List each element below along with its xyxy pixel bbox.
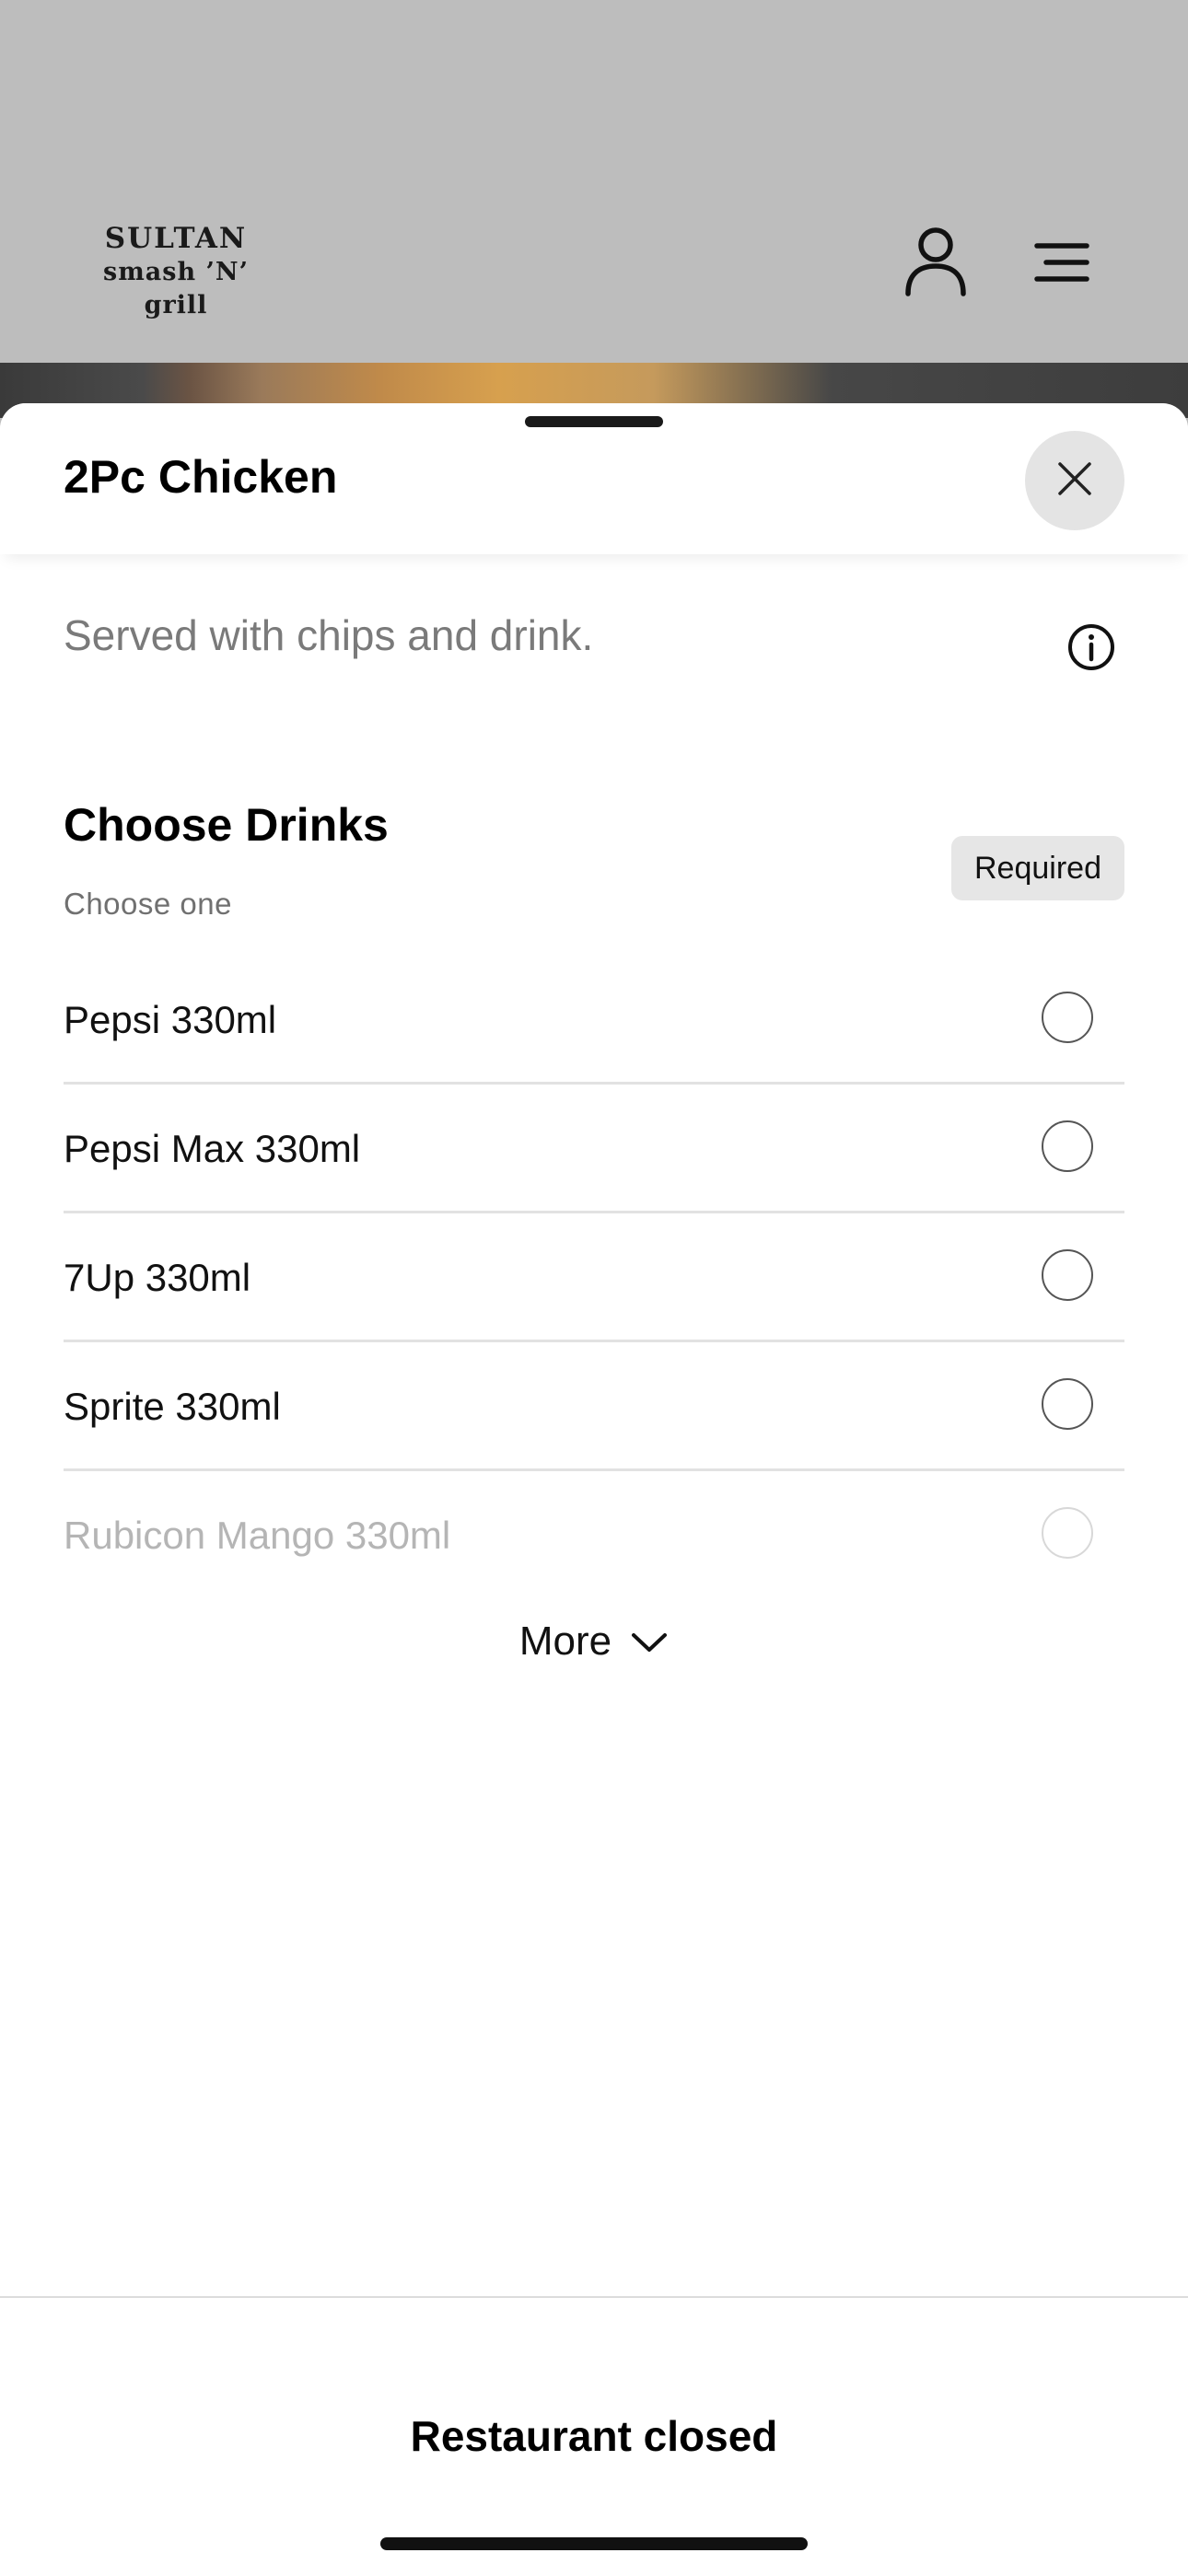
radio-button[interactable]: [1042, 1507, 1093, 1559]
option-row[interactable]: Pepsi 330ml: [64, 956, 1124, 1085]
option-label: Pepsi 330ml: [64, 998, 277, 1041]
option-label: Pepsi Max 330ml: [64, 1127, 361, 1170]
restaurant-logo[interactable]: SULTAN smash ’N’ grill: [70, 221, 282, 322]
option-label: 7Up 330ml: [64, 1256, 251, 1299]
person-icon[interactable]: [904, 226, 967, 296]
option-label: Sprite 330ml: [64, 1385, 281, 1428]
home-indicator[interactable]: [380, 2537, 808, 2550]
radio-button[interactable]: [1042, 1378, 1093, 1430]
close-icon: [1056, 460, 1093, 502]
option-row[interactable]: Rubicon Mango 330ml: [64, 1471, 1124, 1600]
required-badge: Required: [951, 836, 1124, 900]
app-header: SULTAN smash ’N’ grill: [0, 0, 1188, 363]
modifier-group-title: Choose Drinks: [64, 799, 389, 851]
sheet-grabber[interactable]: [525, 416, 663, 427]
sheet-header: 2Pc Chicken: [0, 403, 1188, 554]
restaurant-status: Restaurant closed: [410, 2412, 778, 2460]
logo-line-1: SULTAN: [104, 222, 248, 255]
chevron-down-icon: [630, 1619, 669, 1665]
hamburger-menu-icon[interactable]: [1031, 241, 1092, 284]
option-row[interactable]: 7Up 330ml: [64, 1213, 1124, 1342]
option-row[interactable]: Pepsi Max 330ml: [64, 1085, 1124, 1213]
item-description: Served with chips and drink.: [64, 611, 594, 659]
more-label: More: [518, 1619, 612, 1664]
drink-options-list: Pepsi 330ml Pepsi Max 330ml 7Up 330ml Sp…: [64, 956, 1124, 1600]
item-detail-sheet: 2Pc Chicken Served with chips and drink.…: [0, 403, 1188, 2574]
sheet-footer: Restaurant closed: [0, 2296, 1188, 2576]
info-icon[interactable]: [1066, 622, 1116, 672]
radio-button[interactable]: [1042, 992, 1093, 1043]
option-label: Rubicon Mango 330ml: [64, 1514, 451, 1557]
radio-button[interactable]: [1042, 1249, 1093, 1301]
item-title: 2Pc Chicken: [64, 451, 338, 503]
option-row[interactable]: Sprite 330ml: [64, 1342, 1124, 1471]
logo-line-2: smash ’N’ grill: [103, 258, 249, 319]
more-options-button[interactable]: More: [0, 1600, 1188, 1683]
close-button[interactable]: [1025, 431, 1124, 530]
modifier-group-subtitle: Choose one: [64, 887, 232, 921]
radio-button[interactable]: [1042, 1120, 1093, 1172]
